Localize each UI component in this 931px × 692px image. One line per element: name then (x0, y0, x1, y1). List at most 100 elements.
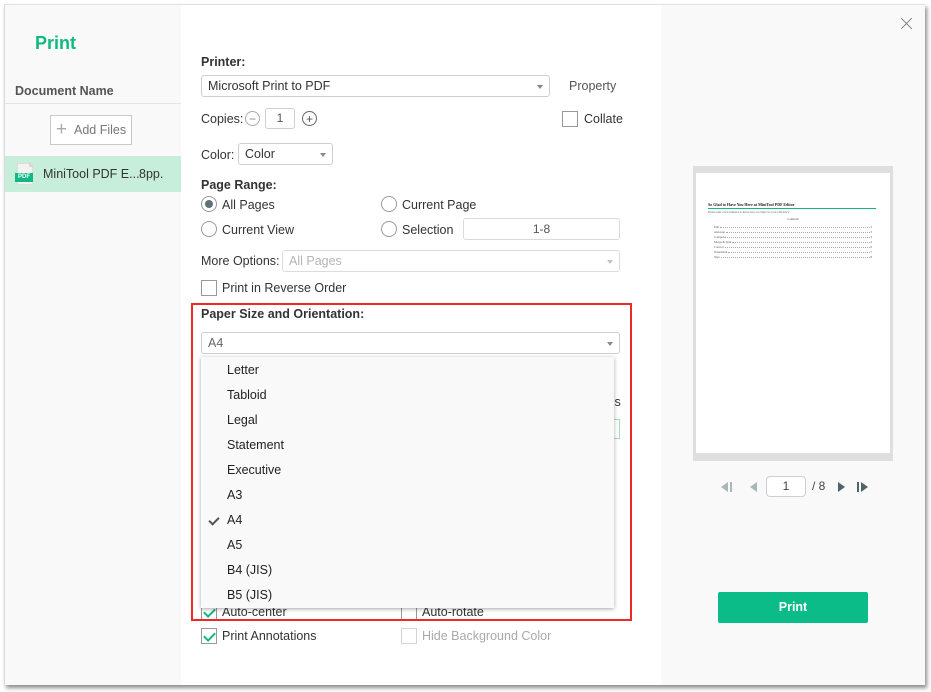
toc-page: 8 (870, 255, 873, 259)
paper-option-tabloid[interactable]: Tabloid (201, 383, 614, 408)
page-range-label: Page Range: (201, 178, 277, 192)
sidebar: Print Document Name + Add Files PDF Mini… (5, 5, 181, 685)
copies-label: Copies: (201, 112, 244, 126)
color-label: Color: (201, 148, 235, 162)
copies-input[interactable]: 1 (265, 108, 295, 129)
selection-label: Selection (402, 223, 454, 237)
plus-icon: + (55, 118, 67, 140)
option-label: A3 (227, 488, 243, 502)
reverse-order-label: Print in Reverse Order (222, 281, 347, 295)
option-label: B5 (JIS) (227, 588, 273, 602)
increment-copies-button[interactable]: + (302, 111, 317, 126)
print-annotations-checkbox[interactable] (201, 628, 217, 644)
color-value: Color (245, 147, 275, 161)
hide-background-checkbox[interactable] (401, 628, 417, 644)
toc-title: Merge & Split (714, 240, 732, 244)
paper-option-executive[interactable]: Executive (201, 458, 614, 483)
toc-title: Sign (714, 255, 720, 259)
paper-size-dropdown: Letter Tabloid Legal Statement Executive… (201, 357, 614, 608)
add-files-label: Add Files (74, 123, 127, 137)
add-files-button[interactable]: + Add Files (50, 115, 132, 145)
close-icon[interactable] (900, 17, 914, 31)
document-page-count: 8pp. (139, 167, 164, 181)
paper-option-b4-jis[interactable]: B4 (JIS) (201, 558, 614, 583)
page-navigator: 1 / 8 (721, 476, 881, 498)
document-name-header: Document Name (15, 84, 114, 98)
paper-size-label: Paper Size and Orientation: (201, 307, 365, 321)
option-label: A4 (227, 513, 243, 527)
divider (5, 103, 181, 104)
selection-radio[interactable] (381, 221, 397, 237)
previous-page-button[interactable] (750, 482, 757, 492)
toc-row: Sign 8 (714, 254, 872, 259)
reverse-order-checkbox[interactable] (201, 280, 217, 296)
next-page-button[interactable] (838, 482, 845, 492)
option-label: Statement (227, 438, 284, 452)
toc-title: Annotate (714, 230, 725, 234)
toc-title: Edit (714, 225, 719, 229)
printer-select[interactable]: Microsoft Print to PDF (201, 75, 550, 97)
preview-toc: Edit 2 Annotate 3 Compress 3 Merge & Split 4… (714, 224, 872, 259)
more-options-select[interactable]: All Pages (282, 250, 620, 272)
document-name: MiniTool PDF E... (43, 167, 140, 181)
toc-page: 4 (870, 240, 873, 244)
chevron-down-icon (607, 342, 613, 346)
property-link[interactable]: Property (569, 79, 616, 93)
preview-panel: So Glad to Have You Here at MiniTool PDF… (661, 5, 925, 685)
print-button[interactable]: Print (718, 592, 868, 623)
pdf-file-icon: PDF (15, 162, 34, 185)
page-preview: So Glad to Have You Here at MiniTool PDF… (693, 166, 893, 461)
toc-title: Compress (714, 235, 726, 239)
paper-option-b5-jis[interactable]: B5 (JIS) (201, 583, 614, 608)
toc-page: 6 (870, 245, 873, 249)
chevron-down-icon (320, 153, 326, 157)
preview-doc-subtitle: Please take a few minutes to know how we… (708, 210, 790, 214)
pdf-badge: PDF (15, 173, 33, 182)
paper-option-statement[interactable]: Statement (201, 433, 614, 458)
chevron-down-icon (537, 85, 543, 89)
preview-content-heading: Content (787, 217, 799, 221)
all-pages-radio[interactable] (201, 196, 217, 212)
page-number-input[interactable]: 1 (766, 476, 806, 497)
collate-checkbox[interactable] (562, 111, 578, 127)
page-total: / 8 (812, 479, 826, 493)
option-label: Executive (227, 463, 282, 477)
toc-page: 3 (870, 235, 873, 239)
plus-icon: + (305, 111, 313, 126)
paper-option-legal[interactable]: Legal (201, 408, 614, 433)
previous-page-icon (750, 482, 757, 492)
more-options-value: All Pages (289, 254, 342, 268)
chevron-down-icon (607, 260, 613, 264)
print-settings-panel: Printer: Microsoft Print to PDF Property… (181, 5, 661, 685)
paper-option-letter[interactable]: Letter (201, 358, 614, 383)
paper-option-a4[interactable]: A4 (201, 508, 614, 533)
preview-doc-title: So Glad to Have You Here at MiniTool PDF… (708, 202, 795, 207)
option-label: A5 (227, 538, 243, 552)
paper-option-a5[interactable]: A5 (201, 533, 614, 558)
toc-page: 2 (870, 225, 873, 229)
preview-title-rule (708, 208, 876, 209)
last-page-button[interactable] (857, 482, 871, 492)
printer-value: Microsoft Print to PDF (208, 79, 331, 93)
current-page-label: Current Page (402, 198, 477, 212)
toc-page: 3 (870, 230, 873, 234)
option-label: Tabloid (227, 388, 267, 402)
toc-title: Convert (714, 245, 724, 249)
current-view-label: Current View (222, 223, 295, 237)
all-pages-label: All Pages (222, 198, 275, 212)
dialog-title: Print (35, 33, 77, 53)
option-label: B4 (JIS) (227, 563, 273, 577)
decrement-copies-button[interactable]: − (245, 111, 260, 126)
selection-range-input[interactable]: 1-8 (463, 218, 620, 240)
option-label: Legal (227, 413, 258, 427)
color-select[interactable]: Color (238, 143, 333, 165)
current-view-radio[interactable] (201, 221, 217, 237)
paper-size-value: A4 (208, 336, 224, 350)
paper-size-select[interactable]: A4 (201, 332, 620, 354)
more-options-label: More Options: (201, 254, 280, 268)
document-list-item[interactable]: PDF MiniTool PDF E... 8pp. (5, 156, 181, 192)
paper-option-a3[interactable]: A3 (201, 483, 614, 508)
next-page-icon (838, 482, 845, 492)
current-page-radio[interactable] (381, 196, 397, 212)
first-page-button[interactable] (721, 482, 735, 492)
